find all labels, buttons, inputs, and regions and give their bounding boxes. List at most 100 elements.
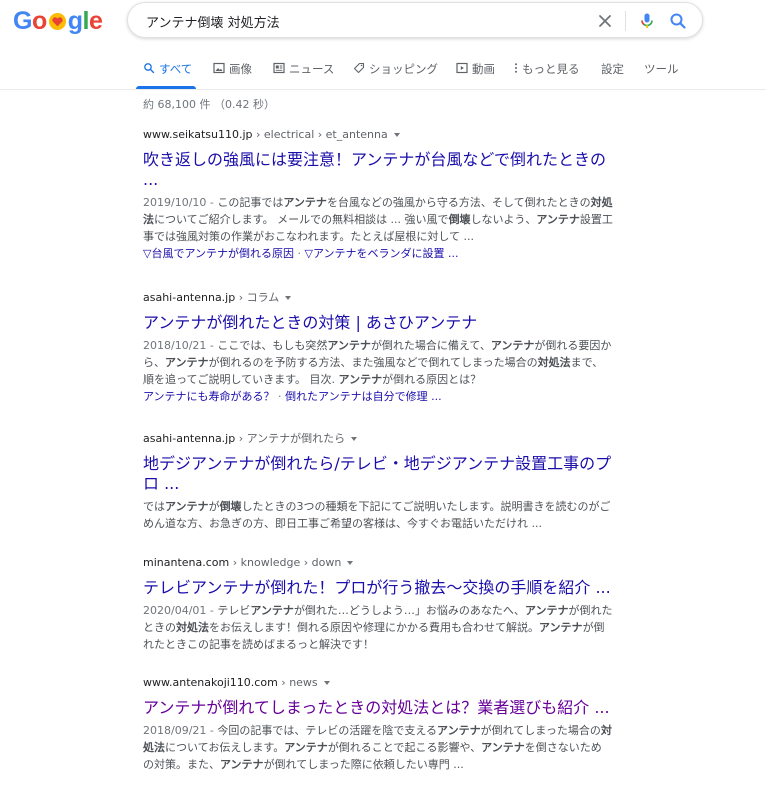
snippet-line: 2018/09/21 - 今回の記事では、テレビの活躍を陰で支えるアンテナが倒れ…	[143, 722, 643, 739]
tab-label: 設定	[601, 62, 624, 76]
video-icon	[456, 62, 468, 74]
snippet-text: 順を追ってご説明していきます。 目次.	[143, 373, 339, 386]
snippet-highlight: アンテナ	[338, 373, 383, 386]
snippet-date: 2018/09/21 -	[143, 724, 218, 737]
tab-news[interactable]: ニュース	[273, 58, 334, 90]
logo-letter: o	[31, 7, 47, 35]
cite-domain: www.seikatsu110.jp	[143, 128, 253, 141]
snippet-text: ときの	[143, 621, 176, 634]
snippet-text: が倒れた	[568, 604, 613, 617]
mic-icon[interactable]	[637, 11, 657, 31]
snippet-line: れたときこの記事を読めばまるっと解決です！	[143, 636, 643, 653]
result-cite[interactable]: asahi-antenna.jp › コラム	[143, 291, 643, 305]
result-snippet: 2018/09/21 - 今回の記事では、テレビの活躍を陰で支えるアンテナが倒れ…	[143, 722, 643, 773]
snippet-text: が倒れてしまった際に依頼したい専門 ...	[263, 758, 464, 771]
result-title-link[interactable]: 吹き返しの強風には要注意！アンテナが台風などで倒れたときの ...	[143, 150, 643, 190]
snippet-line: 法についてご紹介します。 メールでの無料相談は ... 強い風で倒壊しないよう、…	[143, 211, 643, 228]
snippet-line: 2019/10/10 - この記事ではアンテナを台風などの強風から守る方法、そし…	[143, 194, 643, 211]
search-icon[interactable]	[668, 11, 688, 31]
result-title-link[interactable]: アンテナが倒れてしまったときの対処法とは？業者選びも紹介 ...	[143, 698, 643, 718]
snippet-date: 2019/10/10 -	[143, 196, 218, 209]
snippet-text: れたときこの記事を読めばまるっと解決です！	[143, 638, 374, 651]
tab-label: ショッピング	[369, 62, 438, 76]
snippet-text: めん道な方、お急ぎの方、即日工事ご希望の客様は、今すぐお電話いただけれ ...	[143, 517, 542, 530]
cite-path: › コラム	[235, 291, 280, 304]
cite-menu-arrow-icon[interactable]	[351, 437, 358, 441]
search-box[interactable]: アンテナ倒壊 対処方法	[127, 2, 703, 38]
snippet-line: 処法についてお伝えします。アンテナが倒れることで起こる影響や、アンテナを倒さない…	[143, 739, 643, 756]
result-title-link[interactable]: 地デジアンテナが倒れたら/テレビ・地デジアンテナ設置工事のプ ロ ...	[143, 454, 643, 494]
tab-more[interactable]: もっと見る	[512, 58, 580, 90]
sitelink[interactable]: ▽台風でアンテナが倒れる原因	[143, 247, 294, 260]
tab-tools[interactable]: ツール	[644, 58, 679, 90]
search-result: www.antenakoji110.com › news アンテナが倒れてしまっ…	[143, 676, 643, 773]
snippet-text: についてお伝えします。	[165, 741, 285, 754]
result-snippet: ではアンテナが倒壊したときの3つの種類を下記にてご説明いたします。説明書きを読む…	[143, 498, 643, 532]
result-title: アンテナが倒れたときの対策 | あさひアンテナ	[143, 313, 478, 332]
snippet-text: を台風などの強風から守る方法、そして倒れたときの	[326, 196, 591, 209]
result-cite[interactable]: asahi-antenna.jp › アンテナが倒れたら	[143, 432, 643, 446]
cite-path: › electrical › et_antenna	[252, 128, 388, 141]
snippet-highlight: アンテナ	[165, 500, 209, 513]
doodle-heart-icon	[48, 12, 66, 31]
image-icon	[213, 62, 225, 74]
tab-images[interactable]: 画像	[213, 58, 252, 90]
tab-label: 動画	[472, 62, 495, 76]
cite-domain: minantena.com	[143, 556, 230, 569]
result-sitelinks: ▽台風でアンテナが倒れる原因 · ▽アンテナをベランダに設置 ...	[143, 247, 459, 260]
snippet-line: 事では強風対策の作業がおこなわれます。たとえば屋根に対して ...	[143, 228, 643, 245]
result-title: 吹き返しの強風には要注意！アンテナが台風などで倒れたときの	[143, 150, 607, 169]
snippet-date: 2018/10/21 -	[143, 339, 218, 352]
logo-letter: G	[13, 7, 32, 35]
snippet-text: 設置工	[579, 213, 613, 226]
result-cite[interactable]: www.seikatsu110.jp › electrical › et_ant…	[143, 128, 643, 142]
cite-menu-arrow-icon[interactable]	[323, 681, 330, 685]
snippet-highlight: 対	[600, 724, 612, 737]
cite-domain: asahi-antenna.jp	[143, 432, 236, 445]
cite-menu-arrow-icon[interactable]	[285, 296, 292, 300]
snippet-line: めん道な方、お急ぎの方、即日工事ご希望の客様は、今すぐお電話いただけれ ...	[143, 515, 643, 532]
tab-videos[interactable]: 動画	[456, 58, 495, 90]
search-result: asahi-antenna.jp › アンテナが倒れたら 地デジアンテナが倒れた…	[143, 432, 643, 532]
clear-icon[interactable]	[595, 11, 615, 31]
snippet-text: ら、	[143, 356, 165, 369]
snippet-text: しないよう、	[470, 213, 537, 226]
snippet-text: では	[143, 500, 165, 513]
search-input[interactable]: アンテナ倒壊 対処方法	[146, 12, 280, 31]
snippet-text: まで、	[570, 356, 604, 369]
snippet-highlight: アンテナ	[490, 339, 535, 352]
cite-menu-arrow-icon[interactable]	[393, 133, 400, 137]
snippet-text: が倒れることで起こる影響や、	[327, 741, 482, 754]
snippet-highlight: アンテナ	[284, 741, 328, 754]
result-title: 地デジアンテナが倒れたら/テレビ・地デジアンテナ設置工事のプ	[143, 454, 612, 473]
tab-label: すべて	[159, 62, 193, 76]
snippet-highlight: アンテナ	[536, 213, 580, 226]
sitelink[interactable]: ▽アンテナをベランダに設置 ...	[305, 247, 459, 260]
snippet-text: 今回の記事では、テレビの活躍を陰で支える	[217, 724, 438, 737]
snippet-highlight: 対処法	[537, 356, 571, 369]
tab-label: ニュース	[289, 62, 335, 76]
snippet-text: が	[208, 500, 220, 513]
snippet-highlight: 倒壊	[219, 500, 242, 513]
snippet-text: が倒れるのを予防する方法、また強風などで倒れてしまった場合の	[208, 356, 538, 369]
search-icon	[144, 63, 155, 74]
tab-label: もっと見る	[522, 62, 580, 76]
google-logo[interactable]: Go gle	[13, 7, 103, 35]
tab-settings[interactable]: 設定	[601, 58, 624, 90]
sitelink[interactable]: アンテナにも寿命がある？	[143, 390, 275, 403]
sitelink[interactable]: 倒れたアンテナは自分で修理 ...	[285, 390, 442, 403]
result-title-link[interactable]: テレビアンテナが倒れた！プロが行う撤去〜交換の手順を紹介 ...	[143, 578, 643, 598]
cite-menu-arrow-icon[interactable]	[347, 561, 354, 565]
logo-letter: g	[67, 7, 83, 35]
snippet-text: が倒れる原因とは？	[382, 373, 482, 386]
snippet-highlight: アンテナ	[220, 758, 264, 771]
result-title-link[interactable]: アンテナが倒れたときの対策 | あさひアンテナ	[143, 313, 643, 333]
snippet-text: についてご紹介します。 メールでの無料相談は ... 強い風で	[154, 213, 449, 226]
snippet-highlight: 倒壊	[448, 213, 471, 226]
tab-shopping[interactable]: ショッピング	[353, 58, 438, 90]
result-cite[interactable]: www.antenakoji110.com › news	[143, 676, 643, 690]
result-sitelinks: アンテナにも寿命がある？ · 倒れたアンテナは自分で修理 ...	[143, 390, 442, 403]
snippet-highlight: アンテナ	[524, 604, 569, 617]
result-cite[interactable]: minantena.com › knowledge › down	[143, 556, 643, 570]
result-title: アンテナが倒れてしまったときの対処法とは？業者選びも紹介 ...	[143, 698, 610, 717]
